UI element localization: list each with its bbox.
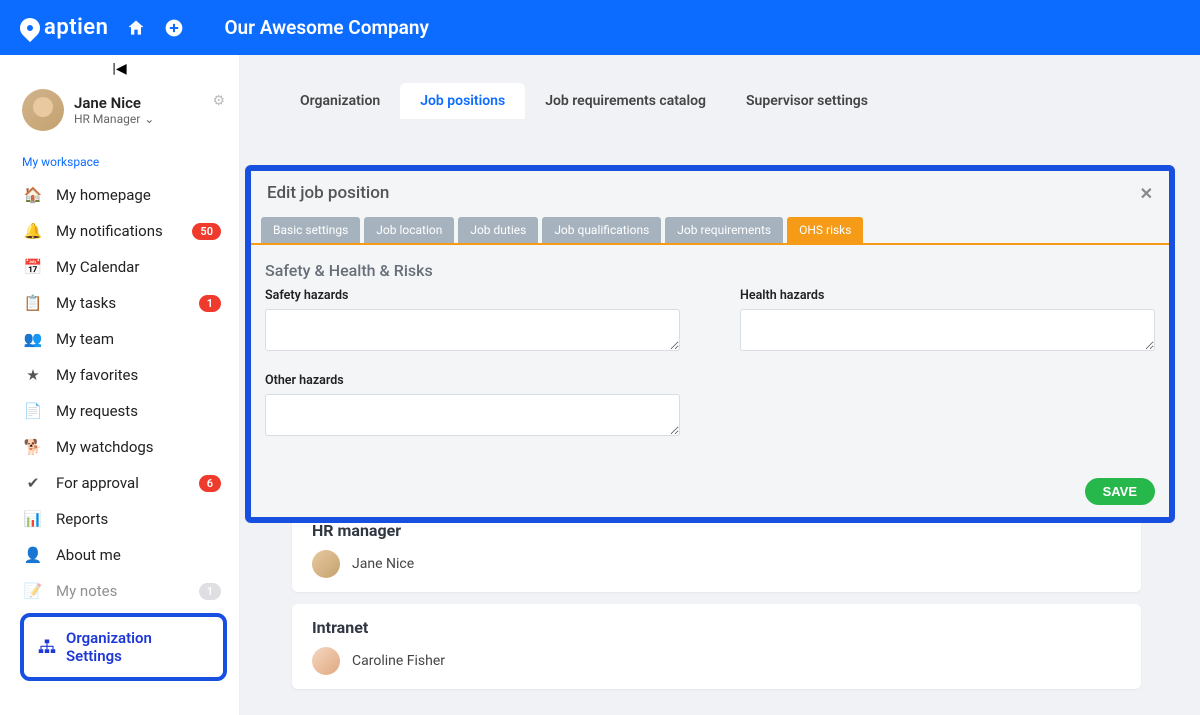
watchdog-icon: 🐕 — [22, 438, 44, 456]
subtab-job-qualifications[interactable]: Job qualifications — [542, 217, 661, 243]
brand-logo[interactable]: aptien — [20, 15, 108, 40]
nav-requests[interactable]: 📄My requests — [0, 393, 239, 429]
modal-subtabs: Basic settings Job location Job duties J… — [251, 213, 1169, 245]
input-other-hazards[interactable] — [265, 394, 680, 436]
team-icon: 👥 — [22, 330, 44, 348]
subtab-basic-settings[interactable]: Basic settings — [261, 217, 360, 243]
label-safety-hazards: Safety hazards — [265, 288, 680, 303]
subtab-job-location[interactable]: Job location — [364, 217, 454, 243]
nav-reports[interactable]: 📊Reports — [0, 501, 239, 537]
nav-calendar[interactable]: 📅My Calendar — [0, 249, 239, 285]
avatar — [22, 89, 64, 131]
add-icon[interactable] — [164, 18, 184, 38]
card-title: Intranet — [312, 618, 1121, 637]
star-icon: ★ — [22, 366, 44, 384]
badge: 1 — [199, 583, 221, 600]
notes-icon: 📝 — [22, 582, 44, 600]
cards-wrap: HR manager Jane Nice Intranet Caroline F… — [258, 495, 1175, 701]
card-title: HR manager — [312, 521, 1121, 540]
top-bar: aptien Our Awesome Company — [0, 0, 1200, 55]
field-health-hazards: Health hazards — [740, 288, 1155, 355]
tab-job-positions[interactable]: Job positions — [400, 83, 525, 119]
org-settings-label: Organization Settings — [66, 629, 209, 665]
field-safety-hazards: Safety hazards — [265, 288, 680, 355]
subtab-job-requirements[interactable]: Job requirements — [665, 217, 783, 243]
nav-list: 🏠My homepage 🔔My notifications50 📅My Cal… — [0, 177, 239, 609]
nav-tasks[interactable]: 📋My tasks1 — [0, 285, 239, 321]
tasks-icon: 📋 — [22, 294, 44, 312]
sidebar: |◀ Jane Nice HR Manager ⌄ ⚙ My workspace… — [0, 55, 240, 715]
tab-organization[interactable]: Organization — [280, 83, 400, 119]
top-tabs: Organization Job positions Job requireme… — [240, 55, 1200, 119]
nav-homepage[interactable]: 🏠My homepage — [0, 177, 239, 213]
calendar-icon: 📅 — [22, 258, 44, 276]
avatar — [312, 550, 340, 578]
collapse-icon: |◀ — [112, 61, 126, 77]
label-other-hazards: Other hazards — [265, 373, 680, 388]
workspace-label: My workspace — [0, 137, 239, 177]
tab-supervisor-settings[interactable]: Supervisor settings — [726, 83, 888, 119]
profile-role[interactable]: HR Manager ⌄ — [74, 112, 154, 126]
card-person[interactable]: Jane Nice — [312, 550, 1121, 578]
bell-icon: 🔔 — [22, 222, 44, 240]
nav-approval[interactable]: ✔For approval6 — [0, 465, 239, 501]
modal-title: Edit job position — [267, 183, 389, 203]
card-intranet[interactable]: Intranet Caroline Fisher — [292, 604, 1141, 689]
brand-name: aptien — [44, 15, 108, 40]
home-icon: 🏠 — [22, 186, 44, 204]
nav-notes[interactable]: 📝My notes1 — [0, 573, 239, 609]
reports-icon: 📊 — [22, 510, 44, 528]
subtab-job-duties[interactable]: Job duties — [458, 217, 538, 243]
logo-mark-icon — [16, 13, 44, 41]
badge: 6 — [199, 475, 221, 492]
approval-icon: ✔ — [22, 474, 44, 492]
chevron-down-icon: ⌄ — [144, 112, 154, 126]
save-button[interactable]: SAVE — [1085, 478, 1155, 505]
card-person[interactable]: Caroline Fisher — [312, 647, 1121, 675]
nav-team[interactable]: 👥My team — [0, 321, 239, 357]
about-icon: 👤 — [22, 546, 44, 564]
nav-favorites[interactable]: ★My favorites — [0, 357, 239, 393]
nav-watchdogs[interactable]: 🐕My watchdogs — [0, 429, 239, 465]
requests-icon: 📄 — [22, 402, 44, 420]
nav-notifications[interactable]: 🔔My notifications50 — [0, 213, 239, 249]
main-area: Organization Job positions Job requireme… — [240, 55, 1200, 715]
subtab-ohs-risks[interactable]: OHS risks — [787, 217, 863, 243]
input-health-hazards[interactable] — [740, 309, 1155, 351]
profile-block[interactable]: Jane Nice HR Manager ⌄ ⚙ — [0, 83, 239, 137]
badge: 1 — [199, 295, 221, 312]
edit-job-position-modal: Edit job position ✕ Basic settings Job l… — [245, 165, 1175, 523]
nav-about-me[interactable]: 👤About me — [0, 537, 239, 573]
close-icon[interactable]: ✕ — [1140, 184, 1153, 203]
label-health-hazards: Health hazards — [740, 288, 1155, 303]
profile-name: Jane Nice — [74, 94, 154, 112]
section-title: Safety & Health & Risks — [251, 245, 1169, 288]
avatar — [312, 647, 340, 675]
collapse-sidebar-button[interactable]: |◀ — [0, 55, 239, 83]
org-icon — [38, 639, 56, 655]
input-safety-hazards[interactable] — [265, 309, 680, 351]
gear-icon[interactable]: ⚙ — [212, 93, 225, 109]
home-icon[interactable] — [126, 18, 146, 38]
company-name[interactable]: Our Awesome Company — [224, 16, 428, 39]
tab-job-requirements-catalog[interactable]: Job requirements catalog — [525, 83, 726, 119]
field-other-hazards: Other hazards — [265, 373, 680, 440]
organization-settings-button[interactable]: Organization Settings — [20, 613, 227, 681]
badge: 50 — [192, 223, 221, 240]
